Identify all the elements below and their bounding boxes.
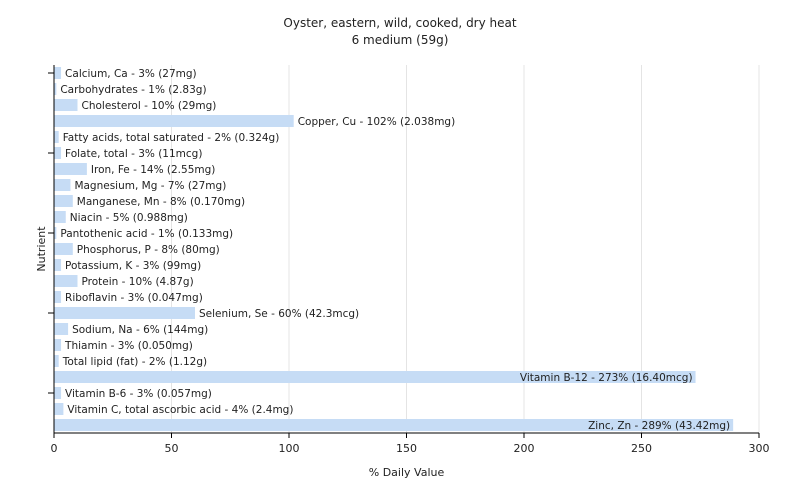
bar <box>54 243 73 255</box>
bar <box>54 195 73 207</box>
bar <box>54 211 66 223</box>
chart-container: Oyster, eastern, wild, cooked, dry heat … <box>0 0 800 500</box>
bar-label: Potassium, K - 3% (99mg) <box>65 260 201 272</box>
x-tick-label: 200 <box>514 442 535 455</box>
bar <box>54 291 62 303</box>
bar-label: Phosphorus, P - 8% (80mg) <box>77 244 220 256</box>
bar <box>54 115 294 127</box>
bar-label: Vitamin B-12 - 273% (16.40mcg) <box>520 372 693 384</box>
bar-label: Niacin - 5% (0.988mg) <box>70 212 188 224</box>
bar-label: Pantothenic acid - 1% (0.133mg) <box>60 228 233 240</box>
bar <box>54 259 62 271</box>
x-tick-label: 250 <box>631 442 652 455</box>
bar-label: Thiamin - 3% (0.050mg) <box>64 340 193 352</box>
bar-label: Iron, Fe - 14% (2.55mg) <box>91 164 215 176</box>
x-axis-title: % Daily Value <box>369 466 445 479</box>
bar <box>54 99 78 111</box>
y-axis-title: Nutrient <box>35 226 48 272</box>
bar-label: Cholesterol - 10% (29mg) <box>82 100 217 112</box>
bar-label: Total lipid (fat) - 2% (1.12g) <box>62 356 207 368</box>
bar-label: Vitamin C, total ascorbic acid - 4% (2.4… <box>67 404 293 416</box>
bar-label: Selenium, Se - 60% (42.3mcg) <box>199 308 359 320</box>
bar-label: Protein - 10% (4.87g) <box>82 276 194 288</box>
bar <box>54 323 69 335</box>
bar-label: Riboflavin - 3% (0.047mg) <box>65 292 203 304</box>
bar <box>54 275 78 287</box>
bar <box>54 387 62 399</box>
bar <box>54 179 71 191</box>
bar <box>54 67 62 79</box>
bar-chart: Calcium, Ca - 3% (27mg) Carbohydrates - 1… <box>35 65 770 479</box>
bar-label: Fatty acids, total saturated - 2% (0.324… <box>63 132 280 144</box>
bar-label: Copper, Cu - 102% (2.038mg) <box>298 116 456 128</box>
bar <box>54 339 62 351</box>
x-tick-label: 0 <box>51 442 58 455</box>
x-tick-label: 100 <box>279 442 300 455</box>
bar-label: Folate, total - 3% (11mcg) <box>65 148 202 160</box>
bar-label: Vitamin B-6 - 3% (0.057mg) <box>65 388 212 400</box>
bar <box>54 355 59 367</box>
bar-label: Magnesium, Mg - 7% (27mg) <box>74 180 226 192</box>
bar-label: Manganese, Mn - 8% (0.170mg) <box>77 196 245 208</box>
x-tick-label: 300 <box>749 442 770 455</box>
bar <box>54 403 64 415</box>
bar <box>54 131 59 143</box>
x-tick-label: 150 <box>396 442 417 455</box>
bar <box>54 163 87 175</box>
bar-label: Sodium, Na - 6% (144mg) <box>72 324 208 336</box>
bar-label: Carbohydrates - 1% (2.83g) <box>60 84 206 96</box>
bar-label: Calcium, Ca - 3% (27mg) <box>65 68 197 80</box>
bar <box>54 307 195 319</box>
bar <box>54 147 62 159</box>
x-tick-label: 50 <box>165 442 179 455</box>
bar-label: Zinc, Zn - 289% (43.42mg) <box>588 420 730 432</box>
